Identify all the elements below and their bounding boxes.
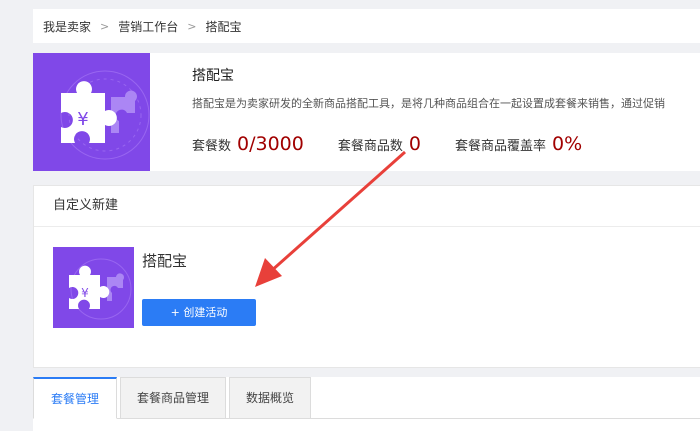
tab-package-management[interactable]: 套餐管理	[33, 377, 117, 419]
stat-package-goods-count: 套餐商品数 0	[338, 133, 421, 155]
stat-label: 套餐商品覆盖率	[454, 139, 546, 154]
breadcrumb: 我是卖家 > 营销工作台 > 搭配宝	[33, 9, 700, 43]
stat-value: 0/3000	[237, 133, 304, 155]
section-title: 自定义新建	[34, 186, 700, 227]
yen-symbol: ¥	[81, 286, 89, 300]
breadcrumb-separator: >	[187, 19, 197, 33]
breadcrumb-item-current: 搭配宝	[205, 19, 242, 34]
puzzle-icon: ¥	[33, 53, 150, 171]
breadcrumb-separator: >	[100, 19, 110, 33]
create-activity-button[interactable]: + 创建活动	[142, 299, 256, 326]
tool-header-card: ¥ 搭配宝 搭配宝是为卖家研发的全新商品搭配工具，是将几种商品组合在一起设置成套…	[33, 53, 700, 171]
tool-description: 搭配宝是为卖家研发的全新商品搭配工具，是将几种商品组合在一起设置成套餐来销售，通…	[192, 97, 665, 110]
tool-title: 搭配宝	[192, 68, 234, 84]
stats-row: 套餐数 0/3000 套餐商品数 0 套餐商品覆盖率 0%	[192, 133, 616, 155]
stat-label: 套餐数	[192, 139, 232, 154]
stat-value: 0%	[551, 133, 583, 155]
tab-data-overview[interactable]: 数据概览	[229, 377, 311, 419]
stat-package-count: 套餐数 0/3000	[192, 133, 304, 155]
stat-label: 套餐商品数	[337, 139, 403, 154]
item-name: 搭配宝	[142, 252, 188, 270]
yen-symbol: ¥	[77, 109, 88, 130]
breadcrumb-item-seller[interactable]: 我是卖家	[43, 18, 91, 35]
stat-value: 0	[408, 133, 421, 155]
stat-coverage-rate: 套餐商品覆盖率 0%	[455, 133, 582, 155]
tab-package-goods-management[interactable]: 套餐商品管理	[120, 377, 226, 419]
breadcrumb-item-marketing[interactable]: 营销工作台	[118, 18, 178, 35]
custom-create-card: 自定义新建 ¥ 搭配宝 + 创建活动	[33, 185, 700, 368]
tab-bar: 套餐管理 套餐商品管理 数据概览	[33, 377, 700, 431]
puzzle-icon: ¥	[53, 247, 134, 328]
